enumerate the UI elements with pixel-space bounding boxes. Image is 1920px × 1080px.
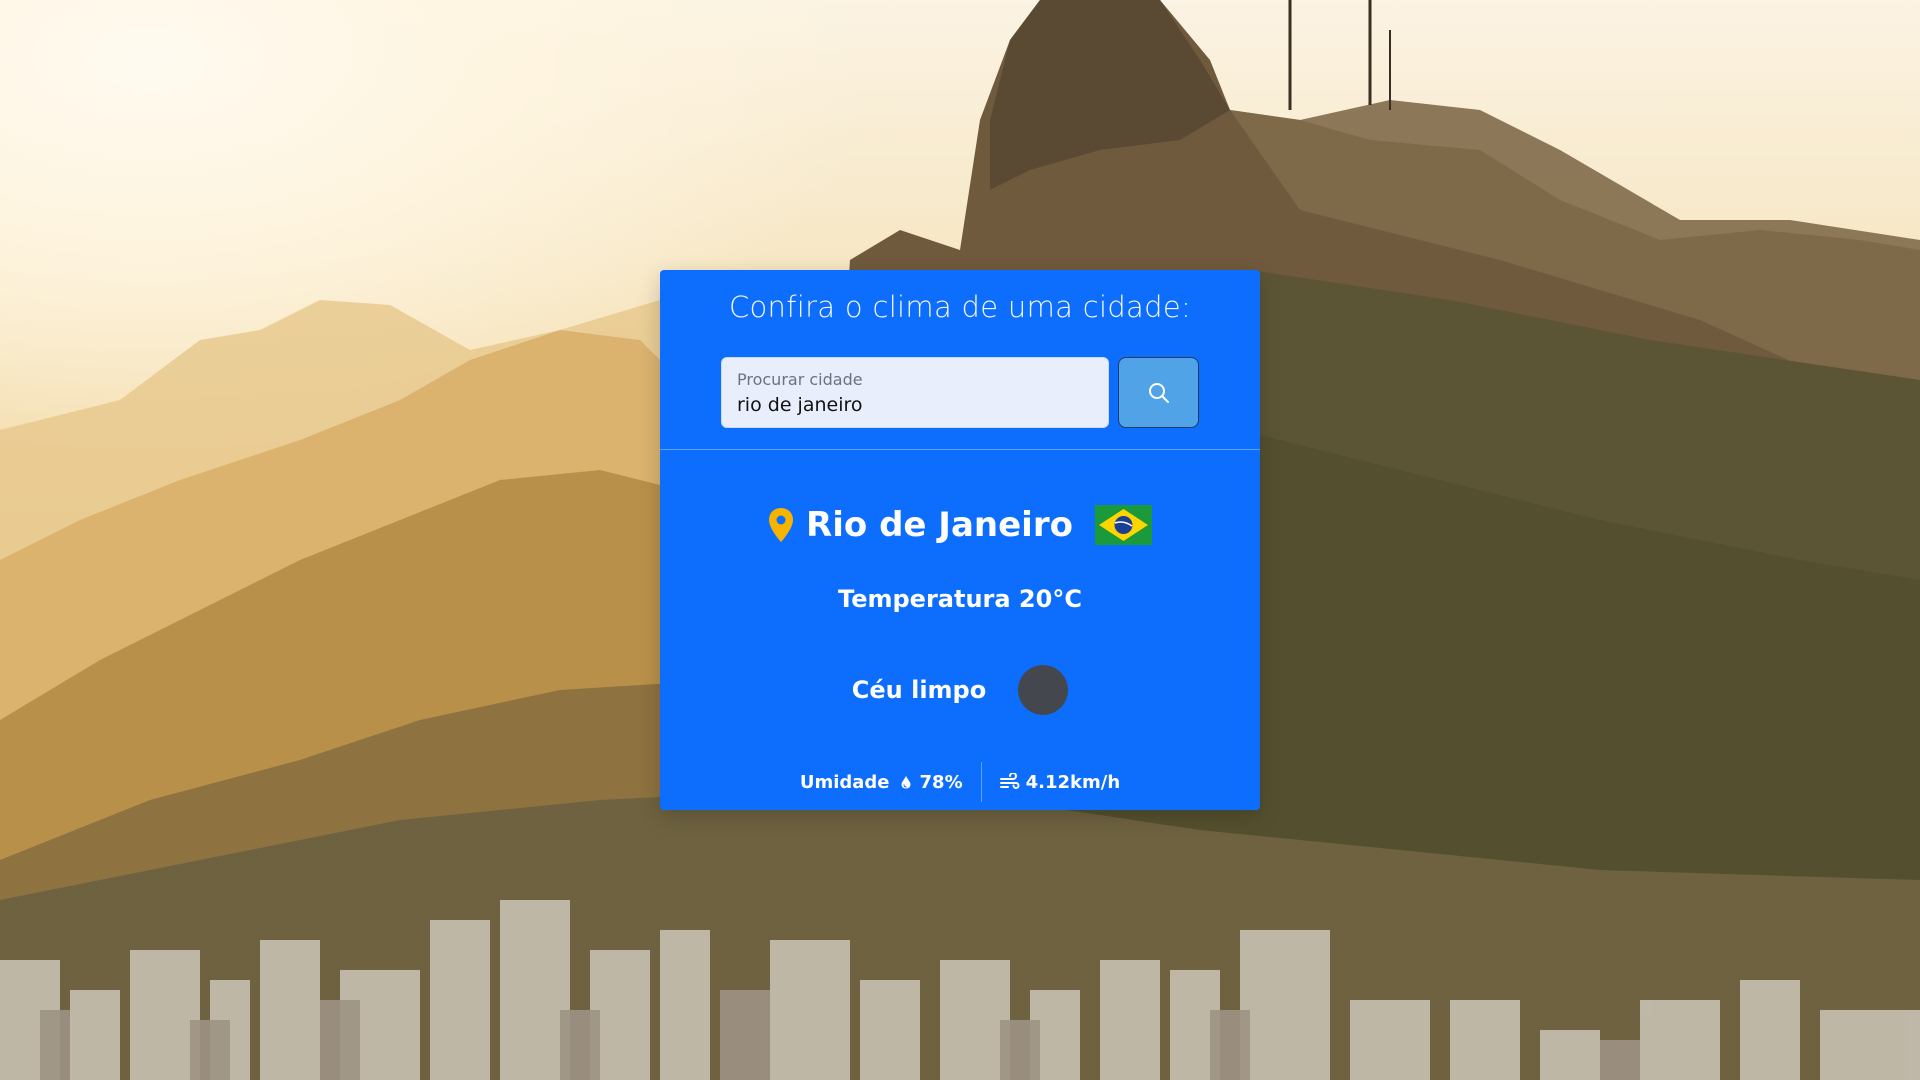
weather-condition-icon — [1018, 665, 1069, 715]
condition-text: Céu limpo — [851, 676, 987, 704]
stats-row: Umidade 78% 4.12km/h — [660, 760, 1260, 804]
brazil-flag-icon — [1094, 505, 1152, 545]
city-row: Rio de Janeiro — [660, 495, 1260, 555]
weather-card: Confira o clima de uma cidade: Procurar … — [660, 270, 1260, 810]
city-name: Rio de Janeiro — [806, 505, 1073, 545]
search-icon — [1148, 382, 1169, 403]
water-drop-icon — [901, 776, 911, 789]
humidity-label: Umidade — [799, 771, 890, 793]
search-input[interactable] — [737, 394, 1097, 416]
humidity-value: 78% — [919, 771, 963, 793]
temperature-text: Temperatura 20°C — [838, 585, 1082, 613]
card-title: Confira o clima de uma cidade: — [728, 290, 1192, 324]
wind-stat: 4.12km/h — [999, 771, 1121, 793]
search-label: Procurar cidade — [737, 370, 863, 389]
card-divider — [660, 449, 1260, 450]
search-field[interactable]: Procurar cidade — [721, 357, 1109, 428]
wind-icon — [999, 773, 1020, 789]
search-button[interactable] — [1118, 357, 1199, 428]
condition-row: Céu limpo — [660, 662, 1260, 718]
wind-value: 4.12km/h — [1025, 771, 1121, 793]
humidity-stat: Umidade 78% — [800, 772, 963, 793]
stats-divider — [980, 762, 982, 802]
location-pin-icon — [769, 508, 794, 542]
